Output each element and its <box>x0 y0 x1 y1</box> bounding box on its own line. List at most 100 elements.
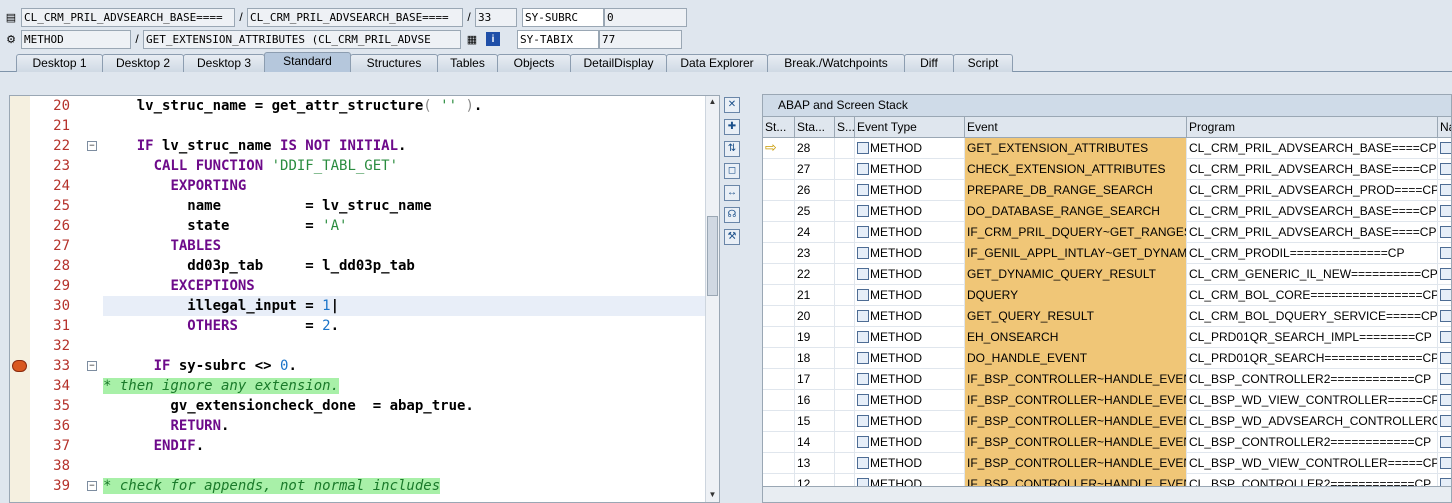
column-header[interactable]: Sta... <box>795 117 835 138</box>
stack-row[interactable]: ⇨ 28 METHOD GET_EXTENSION_ATTRIBUTES CL_CRM_… <box>763 138 1451 159</box>
tab-detail-display[interactable]: DetailDisplay <box>570 54 667 72</box>
code-line[interactable]: 35 gv_extensioncheck_done = abap_true. <box>10 396 706 416</box>
code-line[interactable]: 34 * then ignore any extension. <box>10 376 706 396</box>
navigate-icon[interactable] <box>1440 184 1451 196</box>
code-line[interactable]: 33 − IF sy-subrc <> 0. <box>10 356 706 376</box>
fold-toggle-icon[interactable]: − <box>87 141 97 151</box>
source-code-editor[interactable]: 20 lv_struc_name = get_attr_structure( '… <box>9 95 720 503</box>
navigate-icon[interactable]: ▦ <box>465 32 479 46</box>
resize-tool-icon[interactable]: ↔ <box>724 185 740 201</box>
code-line[interactable]: 28 dd03p_tab = l_dd03p_tab <box>10 256 706 276</box>
variable-1-value[interactable]: 0 <box>604 7 687 27</box>
stack-row[interactable]: 15 METHOD IF_BSP_CONTROLLER~HANDLE_EVENT CL… <box>763 411 1451 432</box>
tab-desktop-3[interactable]: Desktop 3 <box>183 54 265 72</box>
event-cell: GET_DYNAMIC_QUERY_RESULT <box>965 264 1187 285</box>
swap-tool-icon[interactable]: ⇅ <box>724 141 740 157</box>
stack-row[interactable]: 18 METHOD DO_HANDLE_EVENT CL_PRD01QR_SEARCH… <box>763 348 1451 369</box>
stack-row[interactable]: 20 METHOD GET_QUERY_RESULT CL_CRM_BOL_DQUER… <box>763 306 1451 327</box>
stack-row[interactable]: 27 METHOD CHECK_EXTENSION_ATTRIBUTES CL_CRM… <box>763 159 1451 180</box>
settings-tool-icon[interactable]: ⚒ <box>724 229 740 245</box>
stack-row[interactable]: 21 METHOD DQUERY CL_CRM_BOL_CORE===========… <box>763 285 1451 306</box>
code-line[interactable]: 39 − * check for appends, not normal inc… <box>10 476 706 496</box>
column-header[interactable]: S... <box>835 117 855 138</box>
new-tool-icon[interactable]: ✚ <box>724 119 740 135</box>
navigate-icon[interactable] <box>1440 415 1451 427</box>
info-icon[interactable]: i <box>486 32 500 46</box>
include-field[interactable]: CL_CRM_PRIL_ADVSEARCH_BASE==== <box>247 7 463 27</box>
tab-diff[interactable]: Diff <box>904 54 954 72</box>
code-line[interactable]: 38 <box>10 456 706 476</box>
navigate-icon[interactable] <box>1440 163 1451 175</box>
tab-break-watchpoints[interactable]: Break./Watchpoints <box>767 54 905 72</box>
code-line[interactable]: 30 illegal_input = 1| <box>10 296 706 316</box>
navigate-icon[interactable] <box>1440 289 1451 301</box>
event-type-field[interactable]: METHOD <box>21 29 131 49</box>
code-line[interactable]: 32 <box>10 336 706 356</box>
tab-script[interactable]: Script <box>953 54 1013 72</box>
code-line[interactable]: 37 ENDIF. <box>10 436 706 456</box>
editor-vertical-scrollbar[interactable]: ▲ ▼ <box>705 96 719 502</box>
variable-2-value[interactable]: 77 <box>599 29 682 49</box>
maximize-tool-icon[interactable]: ◻ <box>724 163 740 179</box>
code-line[interactable]: 23 CALL FUNCTION 'DDIF_TABL_GET' <box>10 156 706 176</box>
navigate-icon[interactable] <box>1440 310 1451 322</box>
horizontal-scrollbar[interactable] <box>763 486 1451 502</box>
stack-row[interactable]: 16 METHOD IF_BSP_CONTROLLER~HANDLE_EVENT CL… <box>763 390 1451 411</box>
scroll-up-icon[interactable]: ▲ <box>707 97 718 108</box>
navigate-icon[interactable] <box>1440 247 1451 259</box>
navigate-icon[interactable] <box>1440 226 1451 238</box>
fold-toggle-icon[interactable]: − <box>87 361 97 371</box>
tab-desktop-2[interactable]: Desktop 2 <box>102 54 184 72</box>
stack-row[interactable]: 19 METHOD EH_ONSEARCH CL_PRD01QR_SEARCH_IMP… <box>763 327 1451 348</box>
navigate-icon[interactable] <box>1440 394 1451 406</box>
stack-row[interactable]: 24 METHOD IF_CRM_PRIL_DQUERY~GET_RANGES...… <box>763 222 1451 243</box>
code-line[interactable]: 36 RETURN. <box>10 416 706 436</box>
variable-1-name[interactable]: SY-SUBRC <box>522 7 604 27</box>
column-header[interactable]: Event Type <box>855 117 965 138</box>
column-header[interactable]: Na <box>1438 117 1451 138</box>
code-line[interactable]: 27 TABLES <box>10 236 706 256</box>
column-header[interactable]: Program <box>1187 117 1438 138</box>
code-line[interactable]: 22 − IF lv_struc_name IS NOT INITIAL. <box>10 136 706 156</box>
tab-data-explorer[interactable]: Data Explorer <box>666 54 768 72</box>
navigate-icon[interactable] <box>1440 142 1451 154</box>
navigate-icon[interactable] <box>1440 352 1451 364</box>
tab-standard[interactable]: Standard <box>264 52 351 73</box>
code-line[interactable]: 20 lv_struc_name = get_attr_structure( '… <box>10 96 706 116</box>
stack-row[interactable]: 13 METHOD IF_BSP_CONTROLLER~HANDLE_EVENT CL… <box>763 453 1451 474</box>
navigate-icon[interactable] <box>1440 331 1451 343</box>
tab-desktop-1[interactable]: Desktop 1 <box>16 54 103 72</box>
stack-row[interactable]: 23 METHOD IF_GENIL_APPL_INTLAY~GET_DYNAM..… <box>763 243 1451 264</box>
tab-structures[interactable]: Structures <box>350 54 438 72</box>
stack-row[interactable]: 22 METHOD GET_DYNAMIC_QUERY_RESULT CL_CRM_G… <box>763 264 1451 285</box>
code-line[interactable]: 25 name = lv_struc_name <box>10 196 706 216</box>
close-tool-icon[interactable]: ✕ <box>724 97 740 113</box>
line-field[interactable]: 33 <box>475 7 517 27</box>
scroll-thumb[interactable] <box>707 216 718 296</box>
scroll-down-icon[interactable]: ▼ <box>707 490 718 501</box>
program-field[interactable]: CL_CRM_PRIL_ADVSEARCH_BASE==== <box>21 7 235 27</box>
navigate-icon[interactable] <box>1440 436 1451 448</box>
code-line[interactable]: 29 EXCEPTIONS <box>10 276 706 296</box>
column-header[interactable]: St... <box>763 117 795 138</box>
navigate-icon[interactable] <box>1440 268 1451 280</box>
navigate-icon[interactable] <box>1440 373 1451 385</box>
stack-row[interactable]: 26 METHOD PREPARE_DB_RANGE_SEARCH CL_CRM_PR… <box>763 180 1451 201</box>
services-tool-icon[interactable]: ☊ <box>724 207 740 223</box>
column-header[interactable]: Event <box>965 117 1187 138</box>
stack-row[interactable]: 25 METHOD DO_DATABASE_RANGE_SEARCH CL_CRM_P… <box>763 201 1451 222</box>
variable-2-name[interactable]: SY-TABIX <box>517 29 599 49</box>
event-field[interactable]: GET_EXTENSION_ATTRIBUTES (CL_CRM_PRIL_AD… <box>143 29 461 49</box>
navigate-icon[interactable] <box>1440 457 1451 469</box>
code-line[interactable]: 26 state = 'A' <box>10 216 706 236</box>
tab-tables[interactable]: Tables <box>437 54 498 72</box>
code-line[interactable]: 24 EXPORTING <box>10 176 706 196</box>
fold-toggle-icon[interactable]: − <box>87 481 97 491</box>
tab-objects[interactable]: Objects <box>497 54 571 72</box>
stack-row[interactable]: 14 METHOD IF_BSP_CONTROLLER~HANDLE_EVENT CL… <box>763 432 1451 453</box>
navigate-icon[interactable] <box>1440 205 1451 217</box>
breakpoint-icon[interactable] <box>12 360 27 372</box>
stack-row[interactable]: 17 METHOD IF_BSP_CONTROLLER~HANDLE_EVENT CL… <box>763 369 1451 390</box>
code-line[interactable]: 21 <box>10 116 706 136</box>
code-line[interactable]: 31 OTHERS = 2. <box>10 316 706 336</box>
